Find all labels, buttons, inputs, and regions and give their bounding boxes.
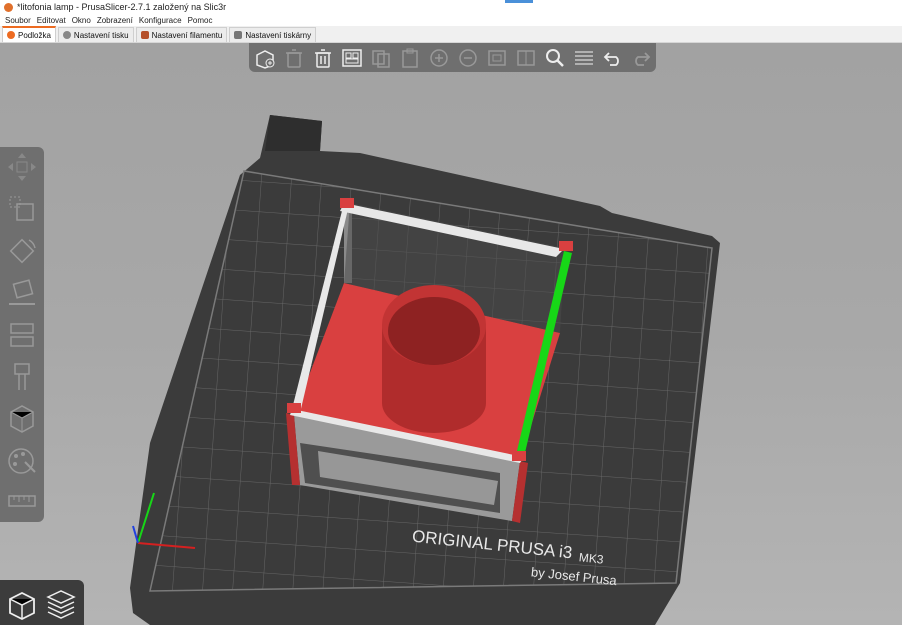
3d-viewport[interactable]: ORIGINAL PRUSA i3 MK3 by Josef Prusa [0,43,902,625]
printer-icon [234,31,243,39]
arrange-icon[interactable] [338,45,367,70]
menu-soubor[interactable]: Soubor [5,16,31,25]
tab-printer-settings-label: Nastavení tiskárny [245,30,312,40]
tab-plater[interactable]: Podložka [2,26,56,42]
3d-scene[interactable]: ORIGINAL PRUSA i3 MK3 by Josef Prusa [0,43,902,625]
paint-supports-icon[interactable] [4,359,40,395]
move-icon[interactable] [4,149,40,185]
measure-icon[interactable] [4,483,40,519]
3d-view-icon[interactable] [3,586,39,622]
filament-icon [140,31,149,39]
menu-zobrazeni[interactable]: Zobrazení [97,16,133,25]
variable-layer-icon[interactable] [569,45,598,70]
paste-icon[interactable] [396,45,425,70]
add-instance-icon[interactable] [425,45,454,70]
delete-all-icon[interactable] [309,45,338,70]
seam-icon[interactable] [4,401,40,437]
window-highlight [505,0,533,3]
tab-filament-settings[interactable]: Nastavení filamentu [135,27,228,42]
mmu-segmentation-icon[interactable] [4,443,40,479]
rotate-icon[interactable] [4,233,40,269]
tab-print-settings-label: Nastavení tisku [73,30,129,40]
brand-model: MK3 [578,550,604,567]
undo-icon[interactable] [598,45,627,70]
add-object-icon[interactable] [251,45,280,70]
menu-pomoc[interactable]: Pomoc [188,16,213,25]
top-toolbar [249,43,656,72]
preview-icon[interactable] [43,586,79,622]
gizmo-sidebar [0,147,44,522]
tab-filament-settings-label: Nastavení filamentu [151,30,223,40]
menu-okno[interactable]: Okno [72,16,91,25]
search-icon[interactable] [540,45,569,70]
tab-printer-settings[interactable]: Nastavení tiskárny [229,27,317,42]
menu-editovat[interactable]: Editovat [37,16,66,25]
place-on-face-icon[interactable] [4,275,40,311]
delete-icon[interactable] [280,45,309,70]
window-titlebar: *litofonia lamp - PrusaSlicer-2.7.1 zalo… [0,0,902,14]
copy-icon[interactable] [367,45,396,70]
print-settings-icon [62,31,71,39]
window-title: *litofonia lamp - PrusaSlicer-2.7.1 zalo… [17,2,227,12]
scale-icon[interactable] [4,191,40,227]
remove-instance-icon[interactable] [453,45,482,70]
split-parts-icon[interactable] [511,45,540,70]
split-objects-icon[interactable] [482,45,511,70]
cut-icon[interactable] [4,317,40,353]
tab-plater-label: Podložka [18,30,51,40]
tab-print-settings[interactable]: Nastavení tisku [57,27,134,42]
menu-konfigurace[interactable]: Konfigurace [139,16,182,25]
plater-icon [7,31,15,39]
view-toggle-bar [0,580,84,625]
tab-bar: Podložka Nastavení tisku Nastavení filam… [0,26,902,43]
prusaslicer-icon [4,2,13,12]
menu-bar: Soubor Editovat Okno Zobrazení Konfigura… [0,14,902,26]
redo-icon[interactable] [627,45,656,70]
